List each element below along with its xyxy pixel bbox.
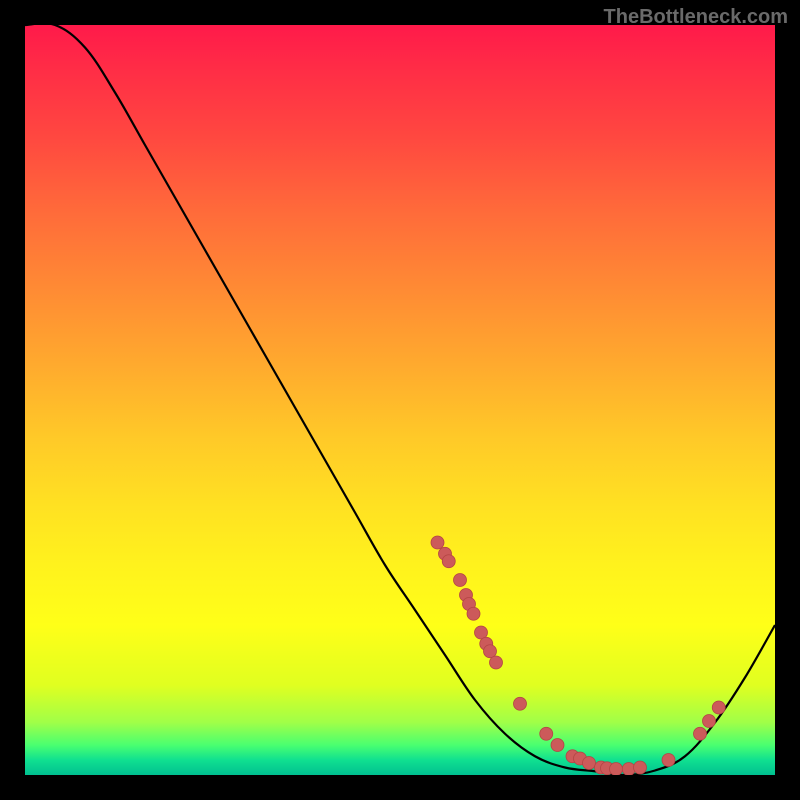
data-point: [583, 757, 596, 770]
data-point: [431, 536, 444, 549]
data-point: [490, 656, 503, 669]
data-points: [431, 536, 725, 775]
plot-area: [25, 25, 775, 775]
data-point: [662, 754, 675, 767]
data-point: [514, 697, 527, 710]
data-point: [634, 761, 647, 774]
chart-container: TheBottleneck.com: [0, 0, 800, 800]
data-point: [454, 574, 467, 587]
data-point: [442, 555, 455, 568]
data-point: [610, 763, 623, 776]
data-point: [703, 715, 716, 728]
watermark-text: TheBottleneck.com: [604, 6, 788, 29]
data-point: [712, 701, 725, 714]
data-point: [694, 727, 707, 740]
data-point: [467, 607, 480, 620]
bottleneck-curve: [25, 25, 775, 775]
data-point: [540, 727, 553, 740]
data-point: [551, 739, 564, 752]
chart-svg: [25, 25, 775, 775]
